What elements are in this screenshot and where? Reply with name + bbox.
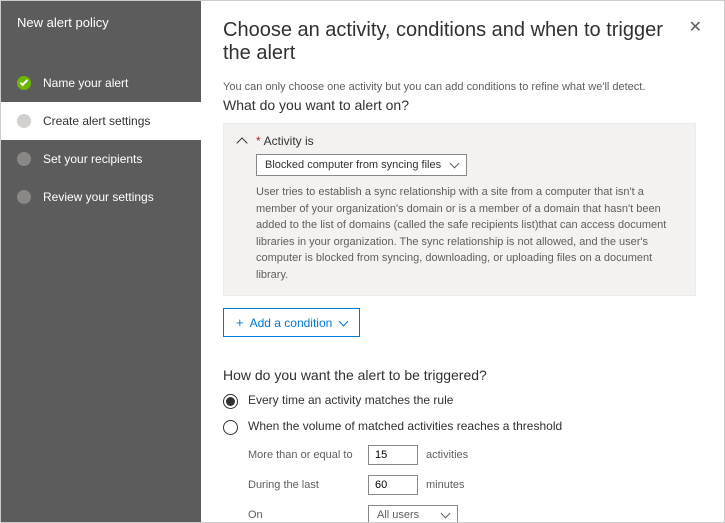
step-indicator-icon bbox=[17, 152, 31, 166]
step-review-your-settings[interactable]: Review your settings bbox=[1, 178, 201, 216]
sidebar-title: New alert policy bbox=[1, 1, 201, 42]
radio-icon[interactable] bbox=[223, 394, 238, 409]
chevron-down-icon bbox=[339, 316, 349, 326]
check-icon bbox=[17, 76, 31, 90]
trigger-option-threshold[interactable]: When the volume of matched activities re… bbox=[223, 419, 696, 435]
step-label: Create alert settings bbox=[43, 114, 150, 128]
activity-field-label: Activity is bbox=[264, 134, 314, 148]
step-create-alert-settings[interactable]: Create alert settings bbox=[1, 102, 201, 140]
select-value: All users bbox=[377, 509, 419, 521]
add-condition-button[interactable]: + Add a condition bbox=[223, 308, 360, 337]
step-set-your-recipients[interactable]: Set your recipients bbox=[1, 140, 201, 178]
step-indicator-icon bbox=[17, 190, 31, 204]
activity-box: * Activity is Blocked computer from sync… bbox=[223, 123, 696, 296]
threshold-window-input[interactable] bbox=[368, 475, 418, 495]
threshold-on-label: On bbox=[248, 509, 368, 521]
threshold-window-unit: minutes bbox=[426, 479, 465, 491]
add-condition-label: Add a condition bbox=[250, 316, 333, 330]
radio-icon[interactable] bbox=[223, 420, 238, 435]
close-button[interactable]: ✕ bbox=[689, 17, 702, 37]
radio-label: Every time an activity matches the rule bbox=[248, 393, 453, 407]
activity-section-label: What do you want to alert on? bbox=[223, 97, 696, 113]
radio-label: When the volume of matched activities re… bbox=[248, 419, 562, 433]
chevron-down-icon bbox=[450, 159, 460, 169]
threshold-count-input[interactable] bbox=[368, 445, 418, 465]
step-label: Review your settings bbox=[43, 190, 154, 204]
threshold-count-unit: activities bbox=[426, 449, 468, 461]
chevron-up-icon bbox=[236, 137, 247, 148]
threshold-on-select[interactable]: All users bbox=[368, 505, 458, 522]
trigger-section: How do you want the alert to be triggere… bbox=[223, 367, 696, 522]
step-label: Name your alert bbox=[43, 76, 128, 90]
activity-header[interactable]: * Activity is bbox=[238, 134, 681, 148]
trigger-section-label: How do you want the alert to be triggere… bbox=[223, 367, 696, 383]
threshold-count-label: More than or equal to bbox=[248, 449, 368, 461]
activity-selected-value: Blocked computer from syncing files bbox=[265, 159, 441, 171]
trigger-option-every-time[interactable]: Every time an activity matches the rule bbox=[223, 393, 696, 409]
threshold-window-label: During the last bbox=[248, 479, 368, 491]
step-label: Set your recipients bbox=[43, 152, 142, 166]
step-name-your-alert[interactable]: Name your alert bbox=[1, 64, 201, 102]
wizard-sidebar: New alert policy Name your alert Create … bbox=[1, 1, 201, 522]
activity-dropdown[interactable]: Blocked computer from syncing files bbox=[256, 154, 467, 176]
chevron-down-icon bbox=[441, 509, 451, 519]
plus-icon: + bbox=[236, 315, 244, 330]
threshold-fields: More than or equal to activities During … bbox=[248, 445, 696, 522]
activity-description: User tries to establish a sync relations… bbox=[256, 184, 681, 283]
step-indicator-icon bbox=[17, 114, 31, 128]
main-panel: ✕ Choose an activity, conditions and whe… bbox=[201, 1, 724, 522]
page-title: Choose an activity, conditions and when … bbox=[223, 19, 696, 65]
required-asterisk: * bbox=[256, 134, 261, 148]
wizard-steps: Name your alert Create alert settings Se… bbox=[1, 64, 201, 216]
page-hint: You can only choose one activity but you… bbox=[223, 81, 696, 93]
